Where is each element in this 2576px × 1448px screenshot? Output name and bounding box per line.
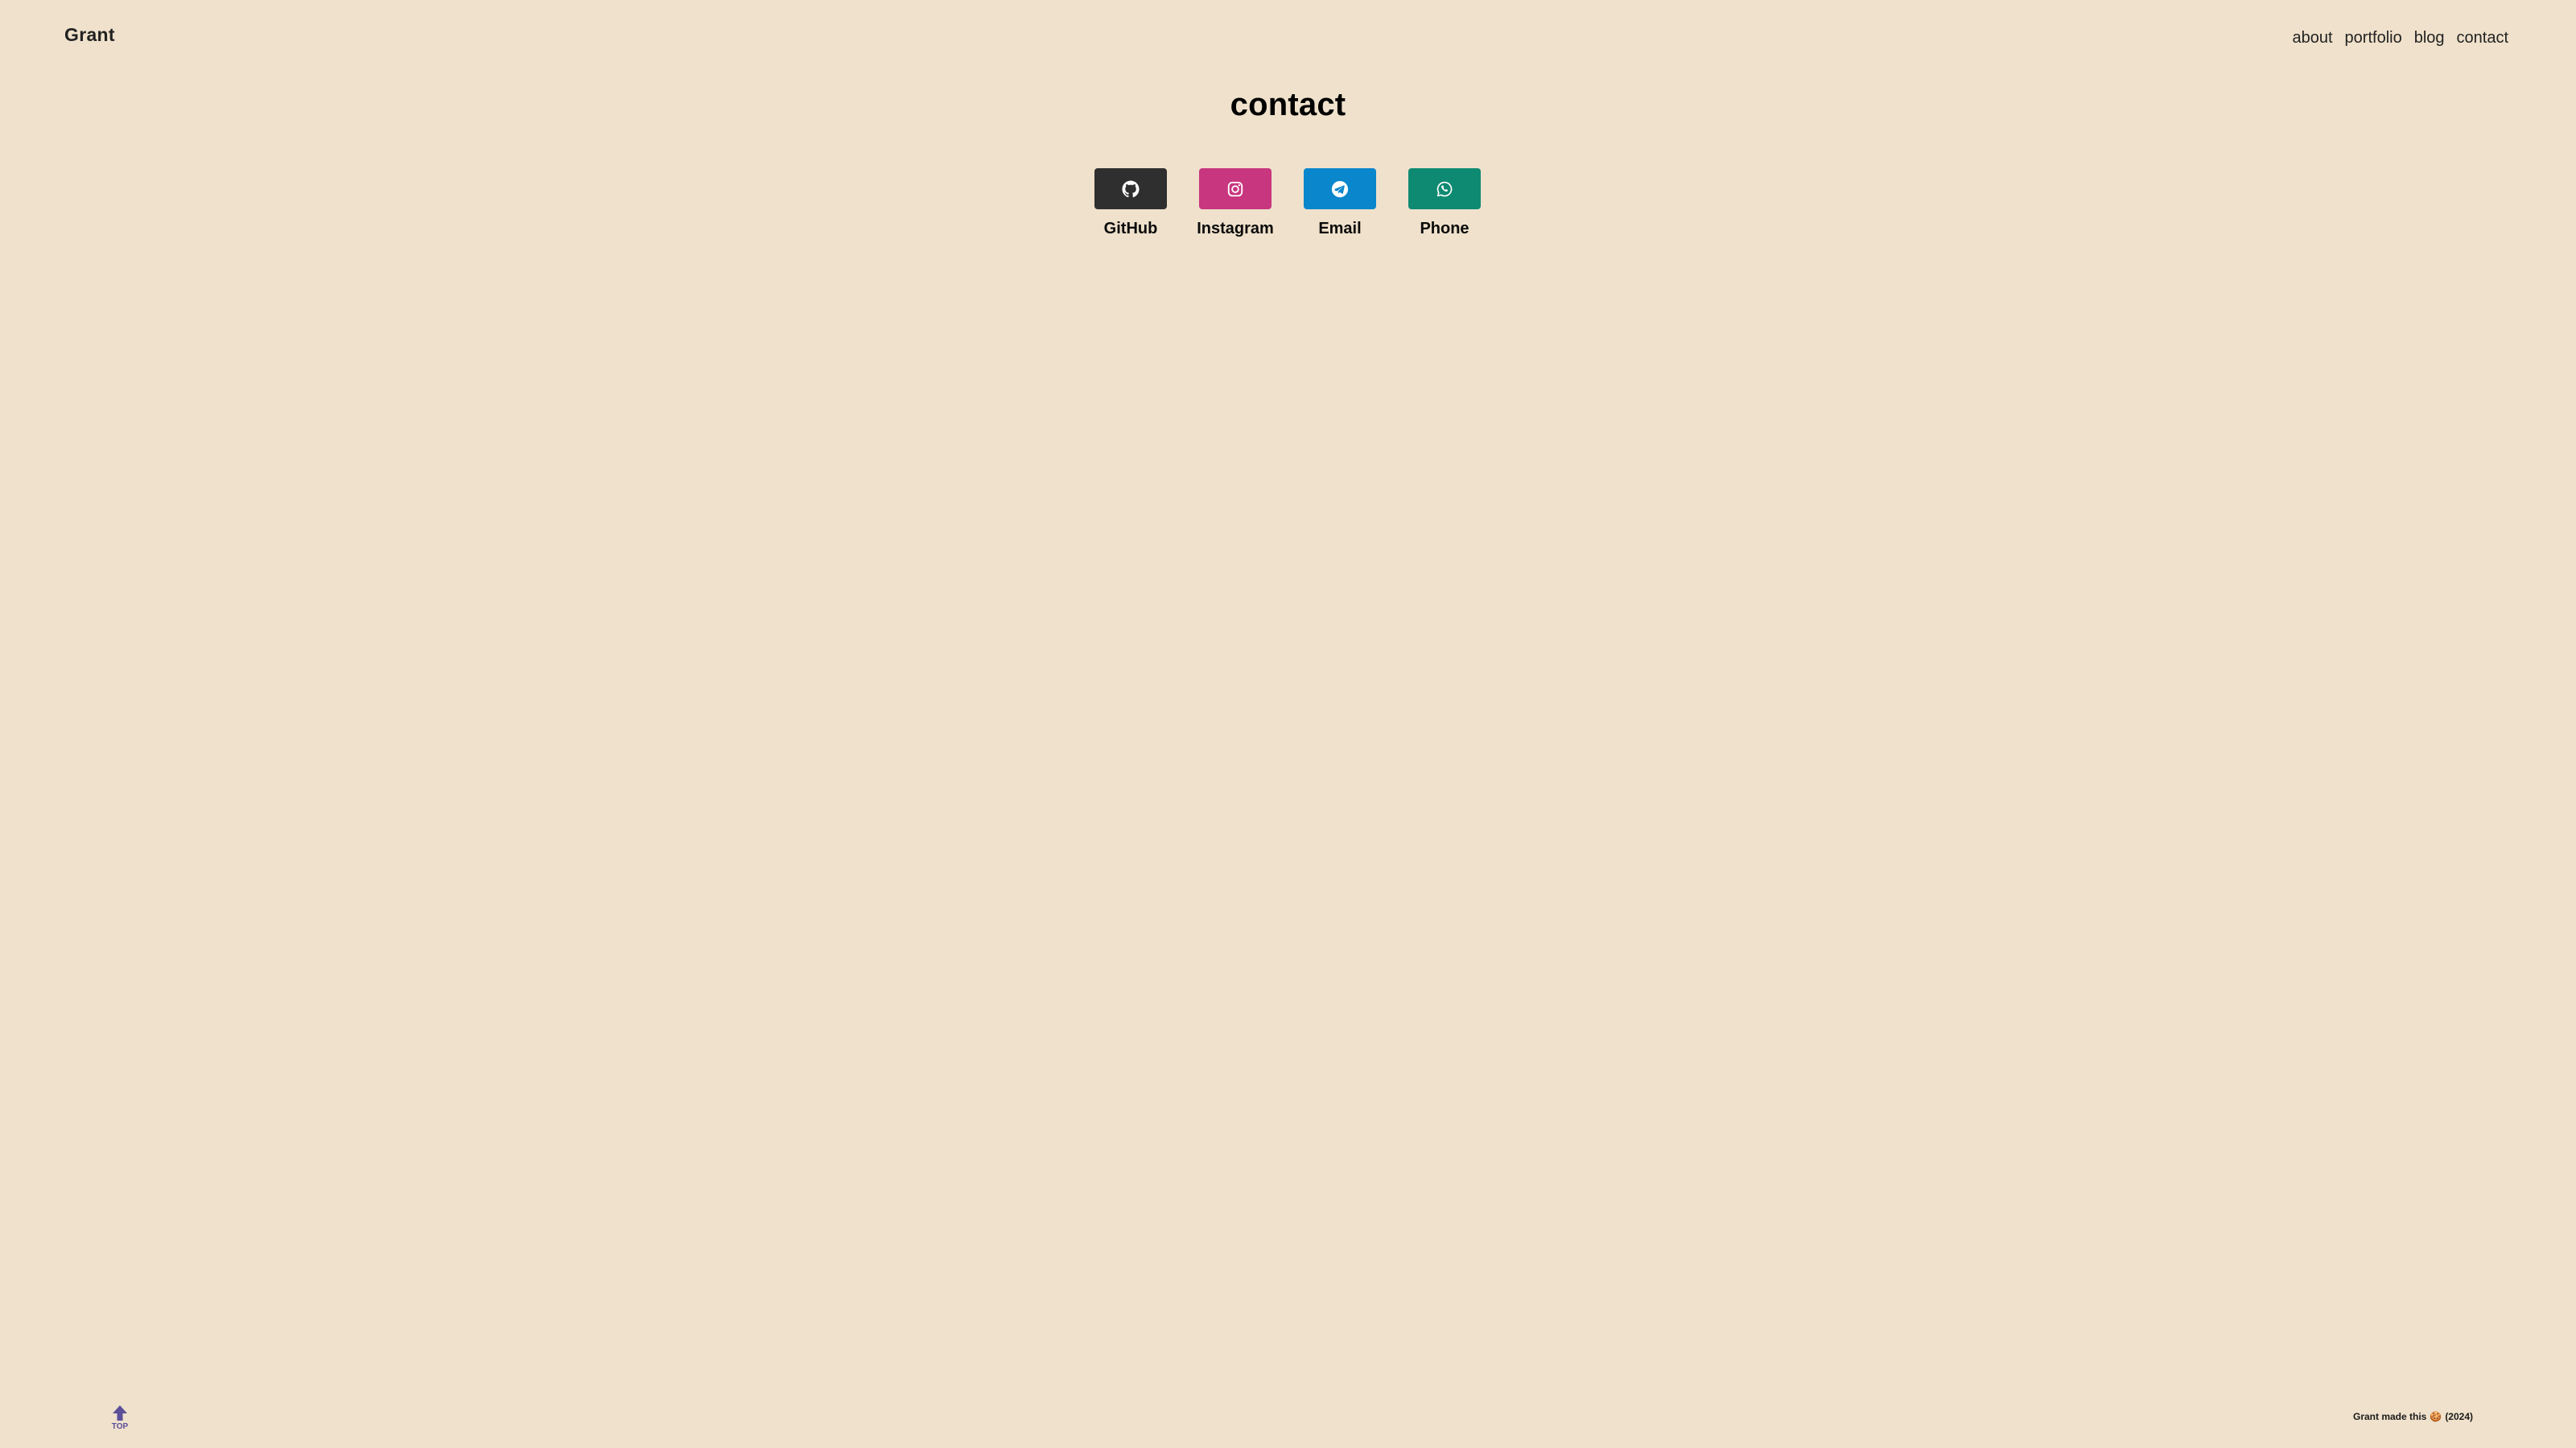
contact-label-email: Email — [1318, 220, 1362, 237]
contact-label-github: GitHub — [1103, 220, 1158, 237]
nav-link-portfolio[interactable]: portfolio — [2345, 27, 2402, 49]
contact-item-github[interactable]: GitHub — [1094, 168, 1167, 238]
arrow-up-icon — [110, 1405, 130, 1422]
scroll-to-top-button[interactable]: TOP — [107, 1405, 133, 1434]
contact-links: GitHub Instagram Email Phone — [1094, 168, 1481, 238]
footer-credit: Grant made this 🍪 (2024) — [2353, 1411, 2473, 1422]
contact-label-phone: Phone — [1420, 220, 1469, 237]
nav-link-about[interactable]: about — [2292, 27, 2332, 49]
credit-year: (2024) — [2445, 1411, 2473, 1422]
instagram-button[interactable] — [1199, 168, 1272, 209]
nav-link-contact[interactable]: contact — [2457, 27, 2508, 49]
page-title: contact — [1230, 87, 1346, 122]
brand-logo-link[interactable]: Grant — [64, 24, 115, 46]
github-icon — [1122, 179, 1140, 198]
site-header: Grant about portfolio blog contact — [0, 0, 2576, 74]
contact-item-email[interactable]: Email — [1304, 168, 1376, 238]
github-button[interactable] — [1094, 168, 1167, 209]
phone-button[interactable] — [1408, 168, 1481, 209]
instagram-icon — [1226, 180, 1244, 198]
contact-label-instagram: Instagram — [1197, 220, 1274, 237]
top-label: TOP — [111, 1422, 129, 1431]
telegram-icon — [1331, 180, 1349, 198]
credit-text: Grant made this — [2353, 1411, 2427, 1422]
whatsapp-icon — [1436, 180, 1453, 198]
cookie-emoji: 🍪 — [2430, 1411, 2442, 1422]
nav-link-blog[interactable]: blog — [2414, 27, 2445, 49]
email-button[interactable] — [1304, 168, 1376, 209]
main-nav: about portfolio blog contact — [2292, 27, 2508, 49]
contact-item-phone[interactable]: Phone — [1408, 168, 1481, 238]
contact-item-instagram[interactable]: Instagram — [1197, 168, 1274, 238]
